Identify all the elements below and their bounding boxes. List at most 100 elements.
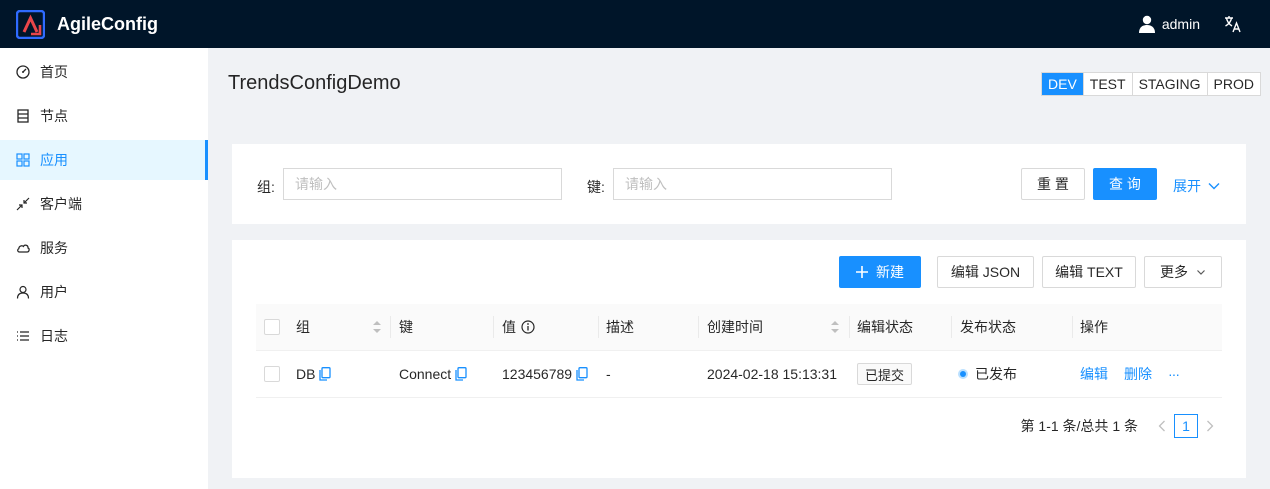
actions-cell: 编辑 删除 ··· <box>1080 351 1180 397</box>
chevron-down-icon <box>1197 270 1205 275</box>
group-search-input[interactable] <box>283 168 562 200</box>
sidebar-item-label: 应用 <box>40 152 68 168</box>
publish-status-text: 已发布 <box>975 366 1017 382</box>
page-number[interactable]: 1 <box>1174 414 1198 438</box>
user-icon <box>16 285 30 299</box>
user-menu[interactable]: admin <box>1138 15 1200 33</box>
sidebar: 首页 节点 应用 客户端 服务 用户 日志 <box>0 48 208 489</box>
group-field-label: 组: <box>257 179 275 195</box>
user-avatar-icon <box>1138 15 1155 33</box>
table-header: 组 键 值 描述 创建时间 编辑状态 发布状态 操作 <box>256 304 1222 351</box>
query-button[interactable]: 查 询 <box>1093 168 1157 200</box>
more-actions-icon[interactable]: ··· <box>1168 366 1180 382</box>
language-switch[interactable] <box>1224 15 1242 33</box>
translate-icon <box>1225 16 1241 33</box>
column-header-actions: 操作 <box>1080 319 1108 335</box>
edit-status-cell: 已提交 <box>857 351 913 397</box>
app-logo[interactable]: AgileConfig <box>15 9 158 39</box>
column-divider <box>493 316 494 338</box>
expand-link[interactable]: 展开 <box>1173 176 1221 196</box>
column-header-created-time[interactable]: 创建时间 <box>707 304 763 350</box>
edit-json-button[interactable]: 编辑 JSON <box>937 256 1034 288</box>
pagination: 第 1-1 条/总共 1 条 1 <box>1021 414 1222 438</box>
sidebar-item-apps[interactable]: 应用 <box>0 140 208 180</box>
edit-link[interactable]: 编辑 <box>1080 364 1108 384</box>
prev-page-icon[interactable] <box>1150 414 1174 438</box>
row-select-cell <box>264 351 280 397</box>
column-header-key: 键 <box>399 319 413 335</box>
created-time-cell: 2024-02-18 15:13:31 <box>707 366 837 382</box>
env-tab-test[interactable]: TEST <box>1082 73 1132 95</box>
copy-icon[interactable] <box>455 367 467 381</box>
sidebar-item-services[interactable]: 服务 <box>0 228 208 268</box>
environment-switch: DEV TEST STAGING PROD <box>1041 72 1261 96</box>
sidebar-item-label: 节点 <box>40 108 68 124</box>
top-header: AgileConfig admin <box>0 0 1270 48</box>
sort-icon[interactable] <box>373 320 381 334</box>
sort-icon[interactable] <box>831 320 839 334</box>
next-page-icon[interactable] <box>1198 414 1222 438</box>
sidebar-item-label: 用户 <box>40 284 68 300</box>
publish-status-cell: 已发布 <box>960 351 1017 397</box>
column-divider <box>1072 316 1073 338</box>
sidebar-item-home[interactable]: 首页 <box>0 52 208 92</box>
list-icon <box>16 329 30 343</box>
shrink-icon <box>16 197 30 211</box>
expand-label: 展开 <box>1173 178 1201 194</box>
key-field-label: 键: <box>587 179 605 195</box>
delete-link[interactable]: 删除 <box>1124 364 1152 384</box>
column-header-value: 值 <box>502 304 535 350</box>
cloud-icon <box>16 241 30 255</box>
plus-icon <box>856 266 868 278</box>
sidebar-item-label: 日志 <box>40 328 68 344</box>
agileconfig-logo-icon <box>15 9 46 39</box>
more-dropdown-button[interactable]: 更多 <box>1144 256 1222 288</box>
row-checkbox[interactable] <box>264 366 280 382</box>
status-dot <box>960 371 966 377</box>
key-cell: Connect <box>399 351 467 397</box>
column-divider <box>598 316 599 338</box>
new-config-button[interactable]: 新建 <box>839 256 921 288</box>
column-header-publish-status: 发布状态 <box>960 319 1016 335</box>
sidebar-item-users[interactable]: 用户 <box>0 272 208 312</box>
key-search-input[interactable] <box>613 168 892 200</box>
sidebar-item-logs[interactable]: 日志 <box>0 316 208 356</box>
column-divider <box>698 316 699 338</box>
search-panel: 组: 键: 重 置 查 询 展开 <box>232 144 1246 224</box>
new-config-label: 新建 <box>876 264 904 280</box>
table-row: DB Connect 123456789 - 2024-02-18 15:13:… <box>256 351 1222 398</box>
sidebar-item-clients[interactable]: 客户端 <box>0 184 208 224</box>
column-header-group[interactable]: 组 <box>296 304 310 350</box>
page-title: TrendsConfigDemo <box>228 72 401 94</box>
copy-icon[interactable] <box>576 367 588 381</box>
sidebar-item-label: 首页 <box>40 64 68 80</box>
group-cell: DB <box>296 351 332 397</box>
select-all-cell <box>264 304 280 350</box>
reset-button[interactable]: 重 置 <box>1021 168 1085 200</box>
column-divider <box>849 316 850 338</box>
more-label: 更多 <box>1160 264 1188 280</box>
column-header-edit-status: 编辑状态 <box>857 319 913 335</box>
env-tab-dev[interactable]: DEV <box>1042 73 1083 95</box>
config-table-panel: 新建 编辑 JSON 编辑 TEXT 更多 组 键 值 描述 创建时间 编辑状态… <box>232 240 1246 478</box>
database-icon <box>16 109 30 123</box>
value-cell: 123456789 <box>502 351 588 397</box>
select-all-checkbox[interactable] <box>264 319 280 335</box>
edit-text-button[interactable]: 编辑 TEXT <box>1042 256 1136 288</box>
dashboard-icon <box>16 65 30 79</box>
column-divider <box>390 316 391 338</box>
appstore-icon <box>16 153 30 167</box>
chevron-down-icon <box>1208 183 1220 190</box>
sidebar-item-nodes[interactable]: 节点 <box>0 96 208 136</box>
copy-icon[interactable] <box>319 367 332 381</box>
sidebar-item-label: 服务 <box>40 240 68 256</box>
column-divider <box>951 316 952 338</box>
env-tab-staging[interactable]: STAGING <box>1131 73 1207 95</box>
info-circle-icon[interactable] <box>521 320 535 334</box>
app-title: AgileConfig <box>57 13 158 34</box>
edit-status-tag: 已提交 <box>857 363 913 385</box>
env-tab-prod[interactable]: PROD <box>1206 73 1260 95</box>
pagination-summary: 第 1-1 条/总共 1 条 <box>1020 418 1138 434</box>
description-cell: - <box>606 366 611 382</box>
column-header-description: 描述 <box>606 319 634 335</box>
